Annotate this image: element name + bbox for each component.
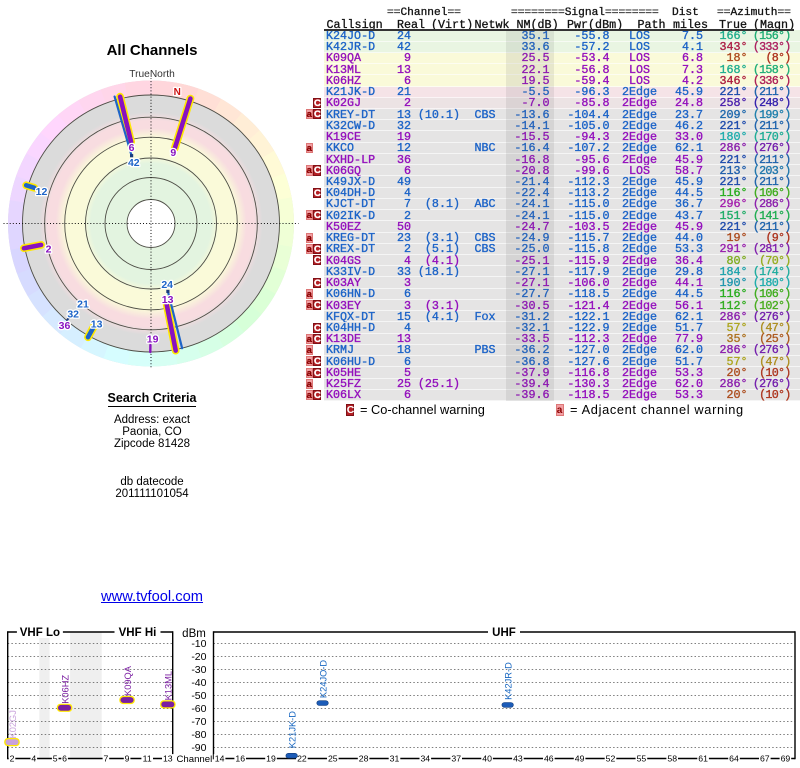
svg-text:K09QA: K09QA bbox=[123, 665, 133, 696]
svg-text:34: 34 bbox=[420, 754, 430, 764]
svg-text:19: 19 bbox=[147, 334, 159, 346]
svg-text:-70: -70 bbox=[191, 716, 206, 728]
svg-text:14: 14 bbox=[215, 754, 225, 764]
svg-text:K21JK-D: K21JK-D bbox=[287, 711, 297, 748]
svg-text:UHF: UHF bbox=[492, 627, 516, 639]
svg-text:49: 49 bbox=[575, 754, 585, 764]
svg-text:32: 32 bbox=[67, 309, 79, 321]
svg-text:-50: -50 bbox=[191, 690, 206, 702]
svg-text:-60: -60 bbox=[191, 703, 206, 715]
svg-text:5: 5 bbox=[53, 754, 58, 764]
svg-text:7: 7 bbox=[103, 754, 108, 764]
svg-text:-30: -30 bbox=[191, 664, 206, 676]
svg-text:-90: -90 bbox=[191, 742, 206, 754]
svg-text:TrueNorth: TrueNorth bbox=[129, 69, 174, 80]
svg-text:K02GJ: K02GJ bbox=[8, 710, 18, 738]
svg-text:9: 9 bbox=[125, 754, 130, 764]
svg-text:69: 69 bbox=[781, 754, 791, 764]
svg-text:43: 43 bbox=[513, 754, 523, 764]
svg-text:4: 4 bbox=[31, 754, 36, 764]
svg-text:2: 2 bbox=[46, 244, 52, 256]
svg-text:11: 11 bbox=[143, 754, 152, 764]
svg-text:25: 25 bbox=[328, 754, 338, 764]
svg-text:16: 16 bbox=[235, 754, 245, 764]
svg-text:55: 55 bbox=[637, 754, 647, 764]
svg-text:13: 13 bbox=[162, 294, 174, 306]
svg-text:-40: -40 bbox=[191, 677, 206, 689]
svg-text:12: 12 bbox=[36, 186, 48, 198]
svg-text:46: 46 bbox=[544, 754, 554, 764]
svg-text:64: 64 bbox=[729, 754, 739, 764]
svg-text:K06HZ: K06HZ bbox=[60, 675, 70, 704]
svg-text:2: 2 bbox=[10, 754, 15, 764]
svg-text:6: 6 bbox=[129, 142, 135, 154]
svg-text:9: 9 bbox=[170, 147, 176, 159]
svg-text:K13ML: K13ML bbox=[164, 671, 174, 700]
svg-text:22: 22 bbox=[297, 754, 307, 764]
svg-text:37: 37 bbox=[451, 754, 461, 764]
svg-text:40: 40 bbox=[482, 754, 492, 764]
svg-text:13: 13 bbox=[163, 754, 173, 764]
svg-text:61: 61 bbox=[698, 754, 708, 764]
svg-text:VHF Lo: VHF Lo bbox=[20, 627, 60, 639]
svg-text:-10: -10 bbox=[191, 638, 206, 650]
svg-text:19: 19 bbox=[266, 754, 276, 764]
svg-text:N: N bbox=[174, 87, 181, 98]
svg-text:58: 58 bbox=[667, 754, 677, 764]
svg-text:K42JR-D: K42JR-D bbox=[504, 662, 514, 700]
svg-text:52: 52 bbox=[606, 754, 616, 764]
svg-text:-80: -80 bbox=[191, 729, 206, 741]
svg-text:VHF Hi: VHF Hi bbox=[119, 627, 157, 639]
svg-text:42: 42 bbox=[128, 157, 140, 169]
svg-text:6: 6 bbox=[62, 754, 67, 764]
svg-text:67: 67 bbox=[760, 754, 770, 764]
svg-text:31: 31 bbox=[390, 754, 400, 764]
svg-text:13: 13 bbox=[91, 319, 103, 331]
svg-text:-20: -20 bbox=[191, 651, 206, 663]
svg-text:Channel: Channel bbox=[177, 754, 213, 765]
svg-text:36: 36 bbox=[59, 320, 71, 332]
svg-text:K24JO-D: K24JO-D bbox=[318, 660, 328, 699]
svg-text:24: 24 bbox=[161, 279, 173, 291]
svg-text:28: 28 bbox=[359, 754, 369, 764]
